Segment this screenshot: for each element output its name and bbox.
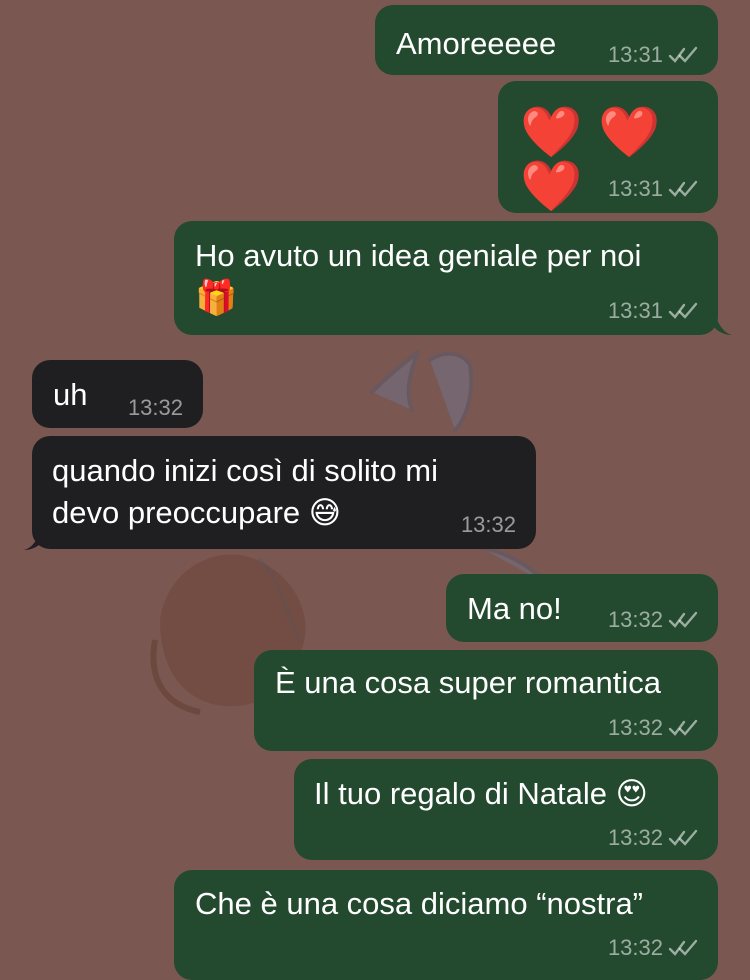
message-text: uh [53, 377, 88, 412]
message-meta: 13:31 [608, 177, 698, 201]
message-meta: 13:32 [608, 716, 698, 740]
message-outgoing[interactable]: Che è una cosa diciamo “nostra” 13:32 [174, 870, 718, 980]
message-text-line2: devo preoccupare 😅 [52, 495, 342, 530]
chat-thread: Amoreeeee 13:31 ❤️ ❤️ ❤️ 13:31 Ho avuto … [0, 0, 750, 980]
message-time: 13:31 [607, 176, 663, 201]
double-check-icon [668, 302, 698, 319]
message-time: 13:32 [607, 715, 663, 740]
message-text: quando inizi così di solito mi [52, 453, 438, 488]
message-outgoing[interactable]: È una cosa super romantica 13:32 [254, 650, 718, 751]
message-text: Ma no! [467, 591, 562, 626]
double-check-icon [668, 719, 698, 736]
message-meta: 13:32 [608, 608, 698, 632]
message-time: 13:32 [127, 395, 183, 420]
bubble-tail [714, 311, 732, 335]
message-time: 13:32 [607, 825, 663, 850]
message-outgoing[interactable]: ❤️ ❤️ ❤️ 13:31 [498, 81, 718, 213]
message-outgoing[interactable]: Ho avuto un idea geniale per noi 🎁 13:31 [174, 221, 718, 335]
message-time: 13:31 [607, 42, 663, 67]
message-time: 13:32 [607, 935, 663, 960]
message-time: 13:32 [460, 512, 516, 537]
message-incoming[interactable]: quando inizi così di solito mi devo preo… [32, 436, 536, 549]
message-meta: 13:32 [608, 826, 698, 850]
message-outgoing[interactable]: Ma no! 13:32 [446, 574, 718, 642]
message-time: 13:31 [607, 298, 663, 323]
message-text: Amoreeeee [396, 26, 557, 61]
message-meta: 13:32 [128, 396, 183, 420]
message-text: Il tuo regalo di Natale 😍 [314, 776, 648, 811]
message-meta: 13:31 [608, 299, 698, 323]
message-outgoing[interactable]: Il tuo regalo di Natale 😍 13:32 [294, 759, 718, 860]
double-check-icon [668, 46, 698, 63]
message-meta: 13:32 [608, 936, 698, 960]
message-text: Ho avuto un idea geniale per noi [195, 238, 642, 273]
double-check-icon [668, 611, 698, 628]
message-text-line2: 🎁 [195, 278, 238, 318]
double-check-icon [668, 180, 698, 197]
double-check-icon [668, 939, 698, 956]
double-check-icon [668, 829, 698, 846]
bubble-tail [24, 526, 42, 550]
message-text: È una cosa super romantica [275, 665, 661, 700]
message-text: Che è una cosa diciamo “nostra” [195, 886, 644, 921]
message-outgoing[interactable]: Amoreeeee 13:31 [375, 5, 718, 75]
message-meta: 13:31 [608, 43, 698, 67]
message-meta: 13:32 [461, 513, 516, 537]
message-time: 13:32 [607, 607, 663, 632]
message-incoming[interactable]: uh 13:32 [32, 360, 203, 428]
